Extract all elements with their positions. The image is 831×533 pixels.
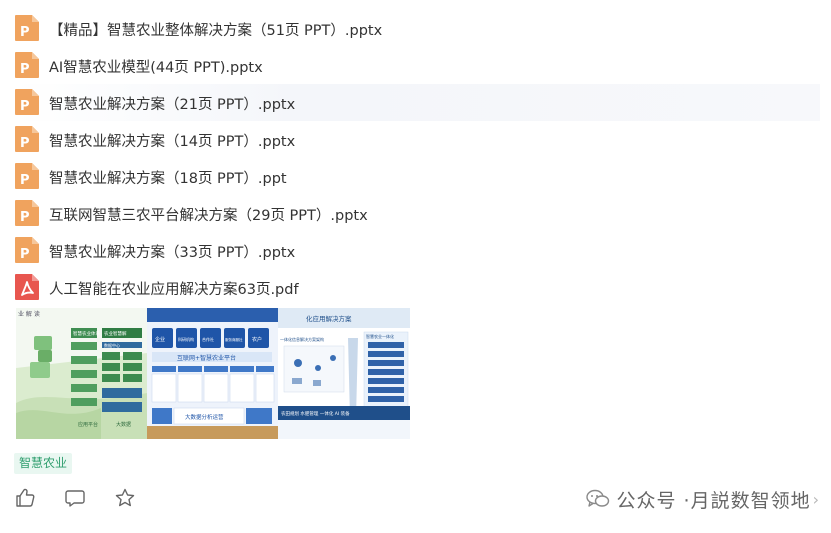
thumb1-box-1: 智慧农业体系: [73, 330, 100, 337]
file-name: 智慧农业解决方案（18页 PPT）.ppt: [49, 171, 287, 187]
thumb2-banner: 互联网+智慧农业平台: [177, 354, 236, 362]
thumbnail-smart-agri-1[interactable]: 业 解 读 智慧农业体系 农业智慧解 数据中心 应用平台 大数据: [16, 308, 147, 439]
account-prefix: 公众号 ·: [616, 489, 691, 512]
ppt-file-icon: P: [15, 52, 39, 78]
file-name: 智慧农业解决方案（21页 PPT）.pptx: [49, 97, 296, 113]
thumb3-bottom: 农田规划 水肥管理 一体化 AI 装备: [281, 410, 350, 417]
file-name: 【精品】智慧农业整体解决方案（51页 PPT）.pptx: [49, 23, 383, 39]
thumbnail-smart-agri-3[interactable]: 化应用解决方案 一体化信息解决方案架构 智慧农业一体化 农田规划 水肥管理 一体…: [278, 308, 410, 439]
file-name: 智慧农业解决方案（14页 PPT）.pptx: [49, 134, 296, 150]
topic-tag[interactable]: 智慧农业: [14, 453, 73, 474]
thumb2-row1-1: 企业: [155, 336, 165, 343]
chevron-right-icon: ›: [812, 489, 819, 509]
svg-text:P: P: [20, 173, 30, 188]
thumb3-subtitle: 一体化信息解决方案架构: [280, 336, 324, 342]
ppt-file-icon: P: [15, 237, 39, 263]
thumb1-label-2: 大数据: [116, 421, 131, 428]
file-item[interactable]: P 智慧农业解决方案（18页 PPT）.ppt: [14, 158, 820, 195]
attachment-list: P 【精品】智慧农业整体解决方案（51页 PPT）.pptx P AI智慧农业模…: [14, 10, 820, 306]
file-name: AI智慧农业模型(44页 PPT).pptx: [49, 60, 263, 76]
thumb1-header: 业 解 读: [18, 310, 40, 318]
thumb3-right-title: 智慧农业一体化: [366, 333, 394, 339]
thumb2-row1-4: 服务商服社: [225, 337, 243, 342]
wechat-icon: [586, 489, 610, 507]
thumb2-row1-2: 科研机构: [178, 336, 194, 342]
thumbs-up-icon[interactable]: [14, 487, 36, 509]
thumb2-row1-5: 农户: [252, 336, 262, 343]
svg-text:P: P: [20, 99, 30, 114]
thumb1-box-3: 数据中心: [104, 342, 120, 348]
account-name: 月説数智领地: [690, 489, 811, 512]
file-item[interactable]: P 智慧农业解决方案（21页 PPT）.pptx: [14, 84, 820, 121]
svg-text:P: P: [20, 136, 30, 151]
ppt-file-icon: P: [15, 89, 39, 115]
comment-icon[interactable]: [64, 487, 86, 509]
svg-text:P: P: [20, 247, 30, 262]
svg-text:P: P: [20, 210, 30, 225]
ppt-file-icon: P: [15, 163, 39, 189]
file-item[interactable]: P 智慧农业解决方案（14页 PPT）.pptx: [14, 121, 820, 158]
star-icon[interactable]: [114, 487, 136, 509]
thumb2-row1-3: 合作社: [202, 336, 214, 342]
file-name: 人工智能在农业应用解决方案63页.pdf: [49, 282, 299, 298]
file-item[interactable]: P 智慧农业解决方案（33页 PPT）.pptx: [14, 232, 820, 269]
file-name: 互联网智慧三农平台解决方案（29页 PPT）.pptx: [49, 208, 368, 224]
svg-text:P: P: [20, 25, 30, 40]
preview-thumbnails[interactable]: 业 解 读 智慧农业体系 农业智慧解 数据中心 应用平台 大数据 企业 科研机构…: [16, 308, 410, 439]
file-item[interactable]: 人工智能在农业应用解决方案63页.pdf: [14, 269, 820, 306]
ppt-file-icon: P: [15, 15, 39, 41]
file-item[interactable]: P 互联网智慧三农平台解决方案（29页 PPT）.pptx: [14, 195, 820, 232]
thumbnail-smart-agri-2[interactable]: 企业 科研机构 合作社 服务商服社 农户 互联网+智慧农业平台 大数据分析运营: [147, 308, 278, 439]
thumb2-bottom: 大数据分析运营: [185, 413, 224, 421]
thumb3-title: 化应用解决方案: [306, 314, 352, 323]
file-name: 智慧农业解决方案（33页 PPT）.pptx: [49, 245, 296, 261]
ppt-file-icon: P: [15, 200, 39, 226]
file-item[interactable]: P AI智慧农业模型(44页 PPT).pptx: [14, 47, 820, 84]
pdf-file-icon: [15, 274, 39, 300]
ppt-file-icon: P: [15, 126, 39, 152]
official-account-link[interactable]: 公众号 · 月説数智领地 ›: [586, 486, 819, 512]
svg-text:P: P: [20, 62, 30, 77]
file-item[interactable]: P 【精品】智慧农业整体解决方案（51页 PPT）.pptx: [14, 10, 820, 47]
thumb1-label-1: 应用平台: [78, 421, 98, 428]
thumb1-box-2: 农业智慧解: [104, 330, 127, 337]
